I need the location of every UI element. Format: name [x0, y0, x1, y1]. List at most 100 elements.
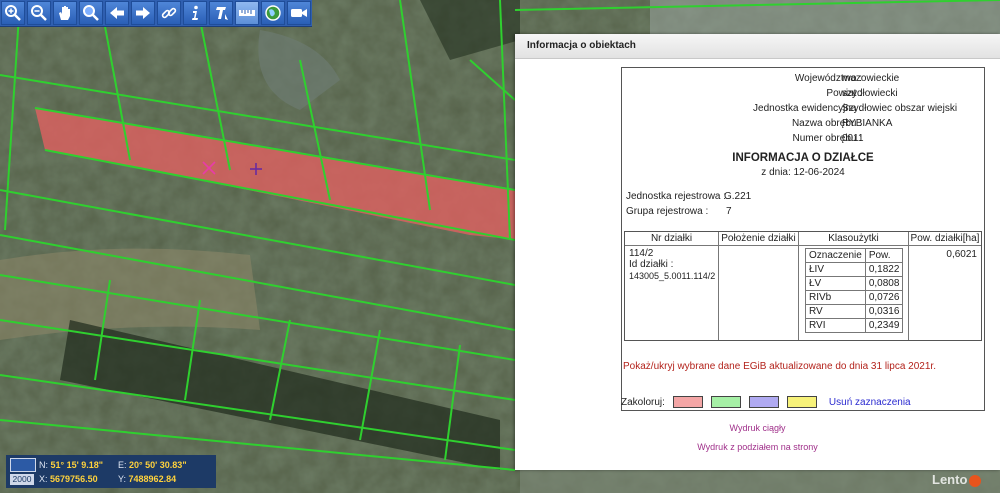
egib-toggle-link[interactable]: Pokaż/ukryj wybrane dane EGiB aktualizow… [623, 361, 936, 372]
jednostka-row: Jednostka ewidencyjna : Szydłowiec obszar… [622, 103, 957, 114]
colorize-row: Zakoloruj: Usuń zaznaczenia [621, 396, 911, 408]
nr-dzialki-value: 114/2 [629, 248, 654, 259]
grupa-rejestrowa-row: Grupa rejestrowa : 7 [626, 206, 732, 217]
powiat-row: Powiat : szydłowiecki [622, 88, 897, 99]
table-row: RIVb 0,0726 [805, 290, 904, 305]
coord-e-value: 20° 50' 30.83" [129, 460, 187, 470]
pan-button[interactable] [53, 1, 77, 25]
color-swatch-yellow[interactable] [786, 396, 817, 408]
globe-button[interactable] [261, 1, 285, 25]
colorize-label: Zakoloruj: [621, 396, 665, 408]
watermark: Lento [932, 472, 982, 487]
gr-value: 7 [726, 206, 732, 217]
info-query-button[interactable] [209, 1, 233, 25]
coord-n: N: 51° 15' 9.18" [39, 460, 103, 470]
kl-header-row: Oznaczenie Pow. [805, 248, 904, 263]
parcel-date: z dnia: 12-06-2024 [761, 167, 845, 178]
coord-y: Y: 7488962.84 [118, 474, 176, 484]
object-info-panel: Informacja o obiektach Województwo : mazo… [515, 34, 1000, 470]
th-nr-dzialki: Nr działki [625, 232, 719, 246]
watermark-text: Lento [932, 472, 968, 487]
link-icon [161, 7, 177, 19]
zoom-rect-button[interactable] [79, 1, 103, 25]
zoom-in-button[interactable] [1, 1, 25, 25]
id-dzialki-label: Id działki : [629, 259, 674, 270]
scale-icon[interactable] [10, 458, 36, 472]
kl-pow: 0,0726 [864, 290, 904, 305]
info-query-icon [216, 7, 228, 20]
print-continuous-link[interactable]: Wydruk ciągły [515, 423, 1000, 433]
measure-button[interactable] [235, 1, 259, 25]
powiat-value: szydłowiecki [842, 88, 898, 99]
forward-button[interactable] [131, 1, 155, 25]
jednostka-value: Szydłowiec obszar wiejski [842, 103, 958, 114]
table-row: RVI 0,2349 [805, 318, 904, 333]
coord-x-value: 5679756.50 [50, 474, 98, 484]
parcel-info-box: Województwo : mazowieckie Powiat : szydłow… [621, 67, 985, 411]
table-row: ŁV 0,0808 [805, 276, 904, 291]
parcel-table: Nr działki Położenie działki Klasoużytki… [624, 231, 982, 341]
back-button[interactable] [105, 1, 129, 25]
map-toolbar [0, 0, 312, 27]
jednostka-rejestrowa-row: Jednostka rejestrowa : G.221 [626, 191, 751, 202]
parcel-heading: INFORMACJA O DZIAŁCE [732, 152, 874, 164]
zoom-out-icon [31, 5, 47, 21]
kl-header-pow: Pow. [864, 248, 904, 263]
clear-selection-link[interactable]: Usuń zaznaczenia [829, 397, 911, 408]
coord-y-label: Y: [118, 474, 127, 484]
jr-value: G.221 [724, 191, 752, 202]
zoom-in-icon [5, 5, 21, 21]
print-paged-link[interactable]: Wydruk z podziałem na strony [515, 442, 1000, 452]
coordinates-box: 2000 N: 51° 15' 9.18" E: 20° 50' 30.83" … [6, 455, 216, 488]
zoom-rect-icon [83, 5, 99, 21]
watermark-logo-icon [969, 474, 982, 487]
color-swatch-blue[interactable] [748, 396, 779, 408]
color-swatch-red[interactable] [672, 396, 703, 408]
coord-x-label: X: [39, 474, 48, 484]
jr-label: Jednostka rejestrowa : [626, 191, 727, 202]
kl-oznaczenie: RV [805, 304, 866, 319]
kl-pow: 0,0808 [864, 276, 904, 291]
col-nr-dzialki: 114/2 Id działki : 143005_5.0011.114/2 [625, 246, 719, 340]
th-polozenie: Położenie działki [719, 232, 799, 246]
wojewodztwo-row: Województwo : mazowieckie [622, 73, 899, 84]
th-klasouzytki: Klasoużytki [799, 232, 909, 246]
kl-pow: 0,1822 [864, 262, 904, 277]
wojewodztwo-value: mazowieckie [842, 73, 900, 84]
gr-label: Grupa rejestrowa : [626, 206, 709, 217]
info-icon [192, 5, 198, 20]
measure-icon [239, 10, 255, 16]
link-button[interactable] [157, 1, 181, 25]
zoom-out-button[interactable] [27, 1, 51, 25]
coord-e-label: E: [118, 460, 127, 470]
kl-oznaczenie: ŁIV [805, 262, 866, 277]
kl-header-oznaczenie: Oznaczenie [805, 248, 866, 263]
video-button[interactable] [287, 1, 311, 25]
kl-oznaczenie: RIVb [805, 290, 866, 305]
nr-obrebu-value: 0011 [842, 133, 864, 144]
pan-hand-icon [59, 6, 70, 20]
table-row: ŁIV 0,1822 [805, 262, 904, 277]
info-button[interactable] [183, 1, 207, 25]
table-row: RV 0,0316 [805, 304, 904, 319]
scale-value[interactable]: 2000 [10, 474, 34, 485]
th-pow-dzialki: Pow. działki[ha] [909, 233, 981, 246]
color-swatch-green[interactable] [710, 396, 741, 408]
video-icon [291, 9, 307, 17]
pow-dzialki-value: 0,6021 [946, 249, 977, 260]
klasouzytki-table: Oznaczenie Pow. ŁIV 0,1822 ŁV 0,0808 RIVb 0,… [805, 248, 904, 333]
panel-title: Informacja o obiektach [515, 34, 1000, 59]
forward-arrow-icon [136, 7, 150, 19]
obreb-row: Nazwa obrębu : RYBIANKA [622, 118, 892, 129]
coord-x: X: 5679756.50 [39, 474, 98, 484]
coord-e: E: 20° 50' 30.83" [118, 460, 187, 470]
coord-n-value: 51° 15' 9.18" [50, 460, 104, 470]
obreb-value: RYBIANKA [842, 118, 893, 129]
kl-oznaczenie: RVI [805, 318, 866, 333]
kl-pow: 0,2349 [864, 318, 904, 333]
coord-y-value: 7488962.84 [128, 474, 177, 484]
back-arrow-icon [110, 7, 124, 19]
globe-icon [265, 5, 281, 21]
kl-pow: 0,0316 [864, 304, 904, 319]
id-dzialki-value: 143005_5.0011.114/2 [629, 271, 716, 281]
